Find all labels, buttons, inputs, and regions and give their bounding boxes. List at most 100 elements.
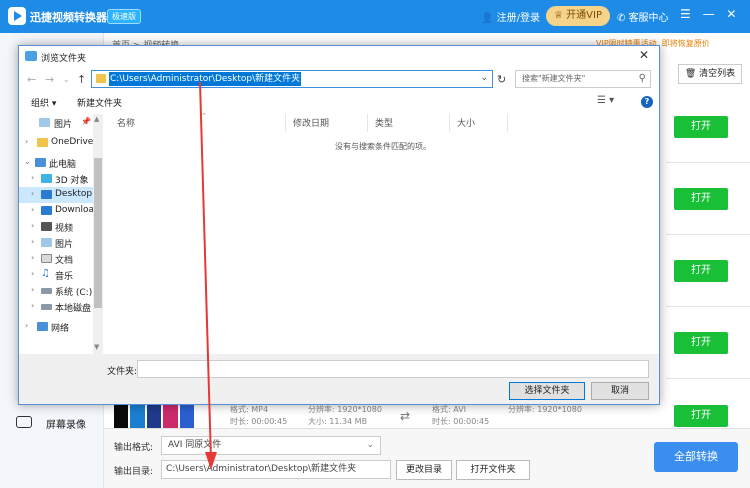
nav-item-music[interactable]: › ♫ 音乐: [19, 267, 93, 283]
nav-item-label: 音乐: [55, 272, 74, 282]
convert-arrow-icon: ⇄: [400, 409, 411, 423]
documents-icon: [41, 254, 52, 263]
empty-message: 没有与搜索条件匹配的项。: [335, 142, 431, 151]
nav-item-desktop[interactable]: › Desktop: [19, 187, 93, 203]
chevron-right-icon[interactable]: ›: [31, 189, 34, 198]
dialog-titlebar: 浏览文件夹 ✕: [19, 46, 659, 68]
nav-item-label: Downloads: [55, 205, 93, 215]
chevron-right-icon[interactable]: ›: [31, 221, 34, 230]
login-link[interactable]: 👤 注册/登录: [481, 9, 540, 24]
nav-item-pictures[interactable]: › 图片: [19, 235, 93, 251]
chevron-right-icon[interactable]: ›: [31, 285, 34, 294]
scroll-up-icon[interactable]: ▲: [94, 115, 99, 123]
column-header-type[interactable]: 类型: [375, 116, 393, 129]
organize-menu[interactable]: 组织 ▾: [31, 96, 56, 109]
scrollbar-thumb[interactable]: [94, 158, 102, 308]
nav-item-onedrive[interactable]: › OneDrive: [19, 135, 93, 151]
column-divider: [449, 114, 450, 132]
address-bar[interactable]: C:\Users\Administrator\Desktop\新建文件夹 ⌄: [91, 70, 493, 88]
nav-item-pictures-pinned[interactable]: 图片 📌: [19, 115, 93, 131]
nav-item-label: 系统 (C:): [55, 288, 93, 298]
nav-item-3d-objects[interactable]: › 3D 对象: [19, 171, 93, 187]
open-button[interactable]: 打开: [674, 405, 728, 427]
cancel-button[interactable]: 取消: [591, 382, 649, 400]
open-folder-button[interactable]: 打开文件夹: [456, 460, 530, 480]
service-link[interactable]: ✆ 客服中心: [617, 9, 669, 24]
new-folder-button[interactable]: 新建文件夹: [77, 96, 122, 109]
vip-label: 开通VIP: [566, 10, 602, 21]
address-text[interactable]: C:\Users\Administrator\Desktop\新建文件夹: [109, 72, 302, 86]
output-format-label: 输出格式:: [114, 443, 154, 453]
open-button[interactable]: 打开: [674, 332, 728, 354]
change-dir-button[interactable]: 更改目录: [396, 460, 452, 480]
bottom-bar: 输出格式: AVI 同原文件 ⌄ 输出目录: C:\Users\Administ…: [104, 428, 750, 488]
nav-item-label: 3D 对象: [55, 176, 89, 186]
recent-dropdown-icon[interactable]: ⌄: [63, 75, 70, 84]
column-header-size[interactable]: 大小: [457, 116, 475, 129]
nav-item-network[interactable]: › 网络: [19, 319, 93, 335]
back-icon[interactable]: ←: [27, 73, 36, 86]
select-folder-button[interactable]: 选择文件夹: [509, 382, 585, 400]
downloads-icon: [41, 206, 52, 215]
convert-all-button[interactable]: 全部转换: [654, 442, 738, 472]
file-list: ⌃ 名称 修改日期 类型 大小 没有与搜索条件匹配的项。: [105, 112, 659, 354]
chevron-right-icon[interactable]: ›: [31, 205, 34, 214]
window-controls: ☰ — ✕: [680, 7, 744, 21]
3d-objects-icon: [41, 174, 52, 183]
output-format-select[interactable]: AVI 同原文件 ⌄: [161, 436, 381, 455]
pin-icon: 📌: [81, 117, 91, 126]
onedrive-icon: [37, 138, 48, 147]
nav-item-label: 网络: [51, 324, 70, 334]
vip-button[interactable]: ♕ 开通VIP: [546, 6, 610, 26]
chevron-down-icon[interactable]: ⌄: [480, 73, 488, 83]
dialog-toolbar: 组织 ▾ 新建文件夹 ☰ ▾ ?: [19, 92, 659, 114]
chevron-down-icon[interactable]: ⌄: [24, 157, 31, 166]
close-icon[interactable]: ✕: [726, 7, 736, 21]
refresh-icon[interactable]: ↻: [497, 73, 506, 86]
view-options-icon[interactable]: ☰ ▾: [597, 95, 614, 106]
chevron-right-icon[interactable]: ›: [31, 301, 34, 310]
app-title: 迅捷视频转换器: [30, 11, 107, 24]
open-button[interactable]: 打开: [674, 260, 728, 282]
chevron-right-icon[interactable]: ›: [25, 321, 28, 330]
nav-item-local-disk[interactable]: › 本地磁盘: [19, 299, 93, 315]
chevron-right-icon[interactable]: ›: [31, 173, 34, 182]
nav-item-documents[interactable]: › 文档: [19, 251, 93, 267]
folder-icon: [96, 74, 106, 83]
chevron-right-icon[interactable]: ›: [31, 253, 34, 262]
nav-item-this-pc[interactable]: ⌄ 此电脑: [19, 155, 93, 171]
sidebar-item-screen-record[interactable]: 屏幕录像: [0, 408, 104, 438]
search-input[interactable]: 搜索"新建文件夹" ⚲: [515, 70, 651, 88]
minimize-icon[interactable]: —: [703, 7, 715, 21]
folder-name-input[interactable]: [137, 360, 649, 378]
nav-scrollbar[interactable]: ▲ ▼: [93, 114, 103, 354]
chevron-right-icon[interactable]: ›: [31, 269, 34, 278]
up-icon[interactable]: ↑: [77, 73, 86, 86]
open-button[interactable]: 打开: [674, 188, 728, 210]
nav-item-drive-c[interactable]: › 系统 (C:): [19, 283, 93, 299]
chevron-right-icon[interactable]: ›: [31, 237, 34, 246]
source-size: 大小: 11.34 MB: [308, 417, 368, 426]
nav-item-label: Desktop: [55, 189, 93, 199]
row-divider: [666, 162, 750, 163]
scroll-down-icon[interactable]: ▼: [94, 343, 99, 351]
chevron-right-icon[interactable]: ›: [25, 137, 28, 146]
menu-icon[interactable]: ☰: [680, 7, 691, 21]
nav-item-videos[interactable]: › 视频: [19, 219, 93, 235]
open-button[interactable]: 打开: [674, 116, 728, 138]
help-icon[interactable]: ?: [641, 96, 653, 108]
column-header-name[interactable]: 名称: [117, 116, 135, 129]
column-divider: [507, 114, 508, 132]
navigation-pane: 图片 📌 › OneDrive ⌄ 此电脑 › 3D 对象 › Desktop …: [19, 114, 103, 354]
close-icon[interactable]: ✕: [639, 48, 649, 62]
column-header-date[interactable]: 修改日期: [293, 116, 329, 129]
output-dir-label: 输出目录:: [114, 467, 154, 477]
nav-item-downloads[interactable]: › Downloads: [19, 203, 93, 219]
output-dir-field[interactable]: C:\Users\Administrator\Desktop\新建文件夹: [161, 460, 391, 479]
drive-icon: [41, 304, 52, 310]
clear-list-label: 清空列表: [699, 69, 736, 79]
forward-icon[interactable]: →: [45, 73, 54, 86]
clear-list-button[interactable]: 🗑 清空列表: [678, 64, 742, 84]
pictures-icon: [39, 118, 50, 127]
screen-record-icon: [16, 416, 32, 428]
